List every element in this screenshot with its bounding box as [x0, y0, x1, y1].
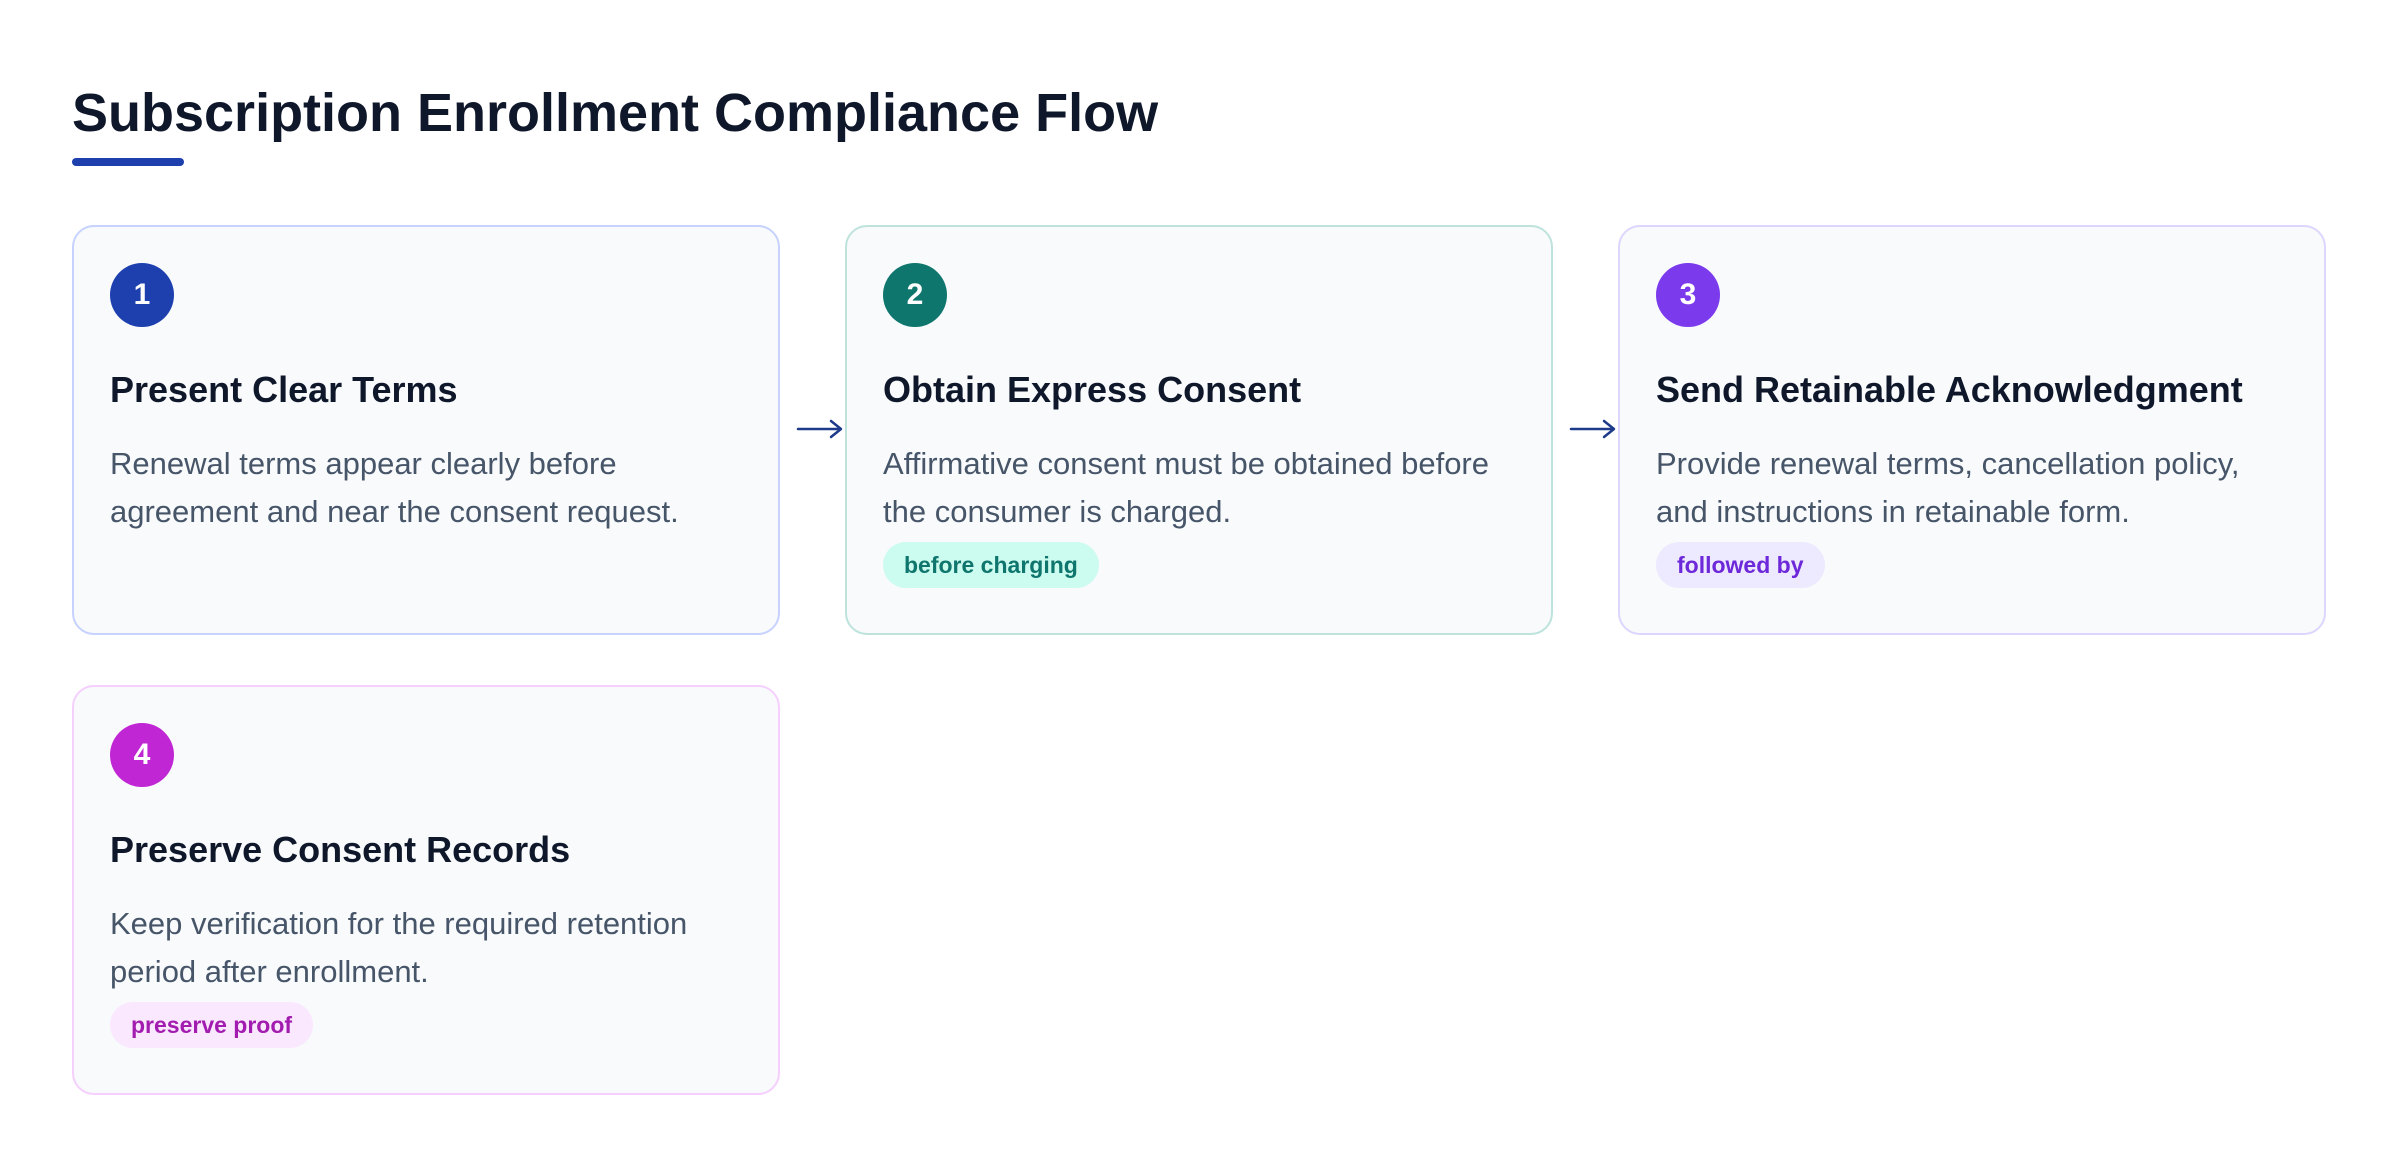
step-description: Affirmative consent must be obtained bef… — [883, 446, 1489, 529]
step-description: Keep verification for the required reten… — [110, 906, 688, 989]
step-card-2: 2 Obtain Express Consent Affirmative con… — [845, 225, 1553, 635]
step-title: Obtain Express Consent — [883, 369, 1302, 410]
step-number-badge: 4 — [110, 723, 174, 787]
arrow-right-icon — [796, 419, 843, 439]
step-number-badge: 3 — [1656, 263, 1720, 327]
step-card-1: 1 Present Clear Terms Renewal terms appe… — [72, 225, 780, 635]
page-title: Subscription Enrollment Compliance Flow — [72, 83, 1159, 143]
step-number-badge: 1 — [110, 263, 174, 327]
step-description: Provide renewal terms, cancellation poli… — [1656, 446, 2240, 529]
step-card-3: 3 Send Retainable Acknowledgment Provide… — [1618, 225, 2326, 635]
step-description: Renewal terms appear clearly before agre… — [110, 446, 679, 529]
step-tag: preserve proof — [110, 1002, 314, 1048]
step-number-badge: 2 — [883, 263, 947, 327]
arrow-right-icon — [1569, 419, 1616, 439]
step-title: Preserve Consent Records — [110, 829, 571, 870]
step-tag: before charging — [883, 542, 1099, 588]
step-title: Present Clear Terms — [110, 369, 458, 410]
step-title: Send Retainable Acknowledgment — [1656, 369, 2243, 410]
title-underline — [72, 158, 184, 166]
step-card-4: 4 Preserve Consent Records Keep verifica… — [72, 685, 780, 1095]
step-tag: followed by — [1656, 542, 1825, 588]
